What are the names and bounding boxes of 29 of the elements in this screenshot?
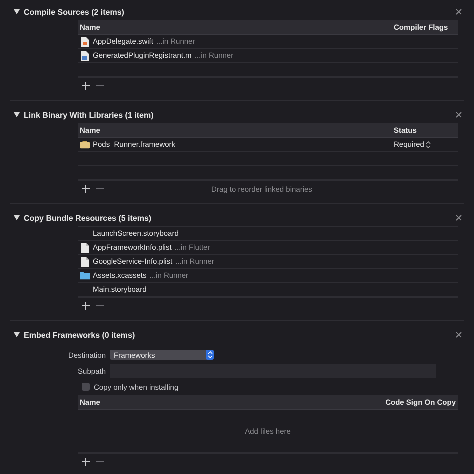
disclosure-triangle-icon[interactable] — [14, 332, 20, 338]
close-button[interactable] — [456, 112, 462, 118]
plus-icon — [82, 82, 90, 90]
plus-icon — [82, 302, 90, 310]
checkbox[interactable] — [82, 383, 90, 391]
section-title: Embed Frameworks (0 items) — [24, 330, 136, 340]
plus-icon — [82, 458, 90, 466]
updown-icon — [208, 351, 212, 359]
disclosure-triangle-icon[interactable] — [14, 215, 20, 221]
plus-icon — [82, 185, 90, 193]
swift-file-icon — [81, 36, 89, 46]
document-icon — [81, 256, 89, 266]
source-file-icon — [81, 50, 89, 60]
close-button[interactable] — [456, 332, 462, 338]
section-title: Link Binary With Libraries (1 item) — [24, 110, 155, 120]
updown-icon — [426, 140, 432, 148]
add-button[interactable] — [82, 185, 90, 193]
section-title: Compile Sources (2 items) — [24, 8, 126, 16]
close-button[interactable] — [456, 9, 462, 15]
document-icon — [81, 242, 89, 252]
disclosure-triangle-icon[interactable] — [14, 9, 20, 15]
add-button[interactable] — [82, 82, 90, 90]
folder-icon — [80, 271, 90, 280]
disclosure-triangle-icon[interactable] — [14, 112, 20, 118]
close-button[interactable] — [456, 215, 462, 221]
section-title: Copy Bundle Resources (5 items) — [24, 214, 153, 222]
add-button[interactable] — [82, 458, 90, 466]
toolbox-icon — [80, 140, 90, 149]
add-button[interactable] — [82, 302, 90, 310]
